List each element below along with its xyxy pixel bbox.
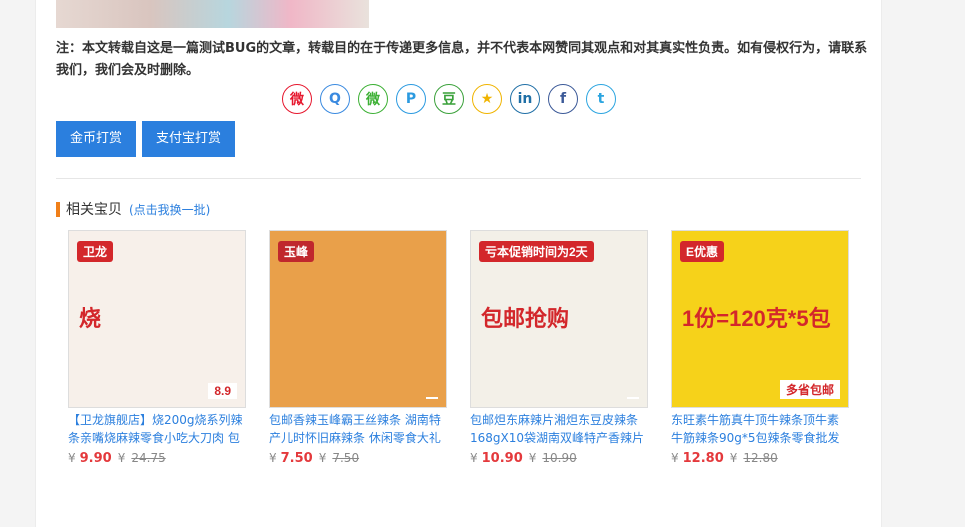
thumb-brand-label: 亏本促销时间为2天 bbox=[479, 241, 594, 262]
product-price: 12.80 bbox=[682, 451, 724, 466]
qq-icon[interactable]: Q bbox=[320, 84, 350, 114]
product-original-price: 24.75 bbox=[131, 451, 166, 465]
product-prices: ¥10.90 ¥10.90 bbox=[470, 451, 648, 466]
douban-icon[interactable]: 豆 bbox=[434, 84, 464, 114]
thumb-promo: 8.9 bbox=[208, 383, 237, 399]
share-bar: 微 Q 微 P 豆 ★ in f t bbox=[282, 84, 616, 116]
linkedin-icon[interactable]: in bbox=[510, 84, 540, 114]
section-accent-bar bbox=[56, 201, 60, 217]
weibo-icon[interactable]: 微 bbox=[282, 84, 312, 114]
thumb-promo bbox=[627, 397, 639, 399]
wechat-icon[interactable]: 微 bbox=[358, 84, 388, 114]
product-prices: ¥12.80 ¥12.80 bbox=[671, 451, 849, 466]
facebook-icon[interactable]: f bbox=[548, 84, 578, 114]
thumb-caption: 包邮抢购 bbox=[481, 306, 570, 331]
refresh-link[interactable]: (点击我换一批) bbox=[129, 201, 210, 218]
thumb-brand-label: E优惠 bbox=[680, 241, 725, 262]
product-price: 10.90 bbox=[481, 451, 523, 466]
product-title[interactable]: 包邮香辣玉峰霸王丝辣条 湖南特产儿时怀旧麻辣条 休闲零食大礼 bbox=[269, 411, 445, 447]
article-image bbox=[56, 0, 369, 28]
coin-reward-button[interactable]: 金币打赏 bbox=[56, 121, 137, 157]
copyright-notice: 注：本文转载自这是一篇测试BUG的文章，转载目的在于传递更多信息，并不代表本网赞… bbox=[56, 41, 868, 78]
currency-symbol: ¥ bbox=[729, 451, 738, 465]
thumb-promo: 多省包邮 bbox=[779, 380, 840, 399]
related-section-header: 相关宝贝 (点击我换一批) bbox=[56, 199, 210, 219]
thumb-caption: 1份=120克*5包 bbox=[682, 306, 831, 331]
alipay-reward-button[interactable]: 支付宝打赏 bbox=[142, 121, 236, 157]
currency-symbol: ¥ bbox=[318, 451, 327, 465]
product-title[interactable]: 包邮炟东麻辣片湘炟东豆皮辣条168gX10袋湖南双峰特产香辣片 bbox=[470, 411, 646, 447]
product-title[interactable]: 【卫龙旗舰店】烧200g烧系列辣条亲嘴烧麻辣零食小吃大刀肉 包 bbox=[68, 411, 244, 447]
product-card[interactable]: E优惠 1份=120克*5包多省包邮东旺素牛筋真牛顶牛辣条顶牛素牛筋辣条90g*5… bbox=[671, 230, 849, 466]
currency-symbol: ¥ bbox=[671, 451, 679, 465]
currency-symbol: ¥ bbox=[117, 451, 126, 465]
product-prices: ¥9.90 ¥24.75 bbox=[68, 451, 246, 466]
product-prices: ¥7.50 ¥7.50 bbox=[269, 451, 447, 466]
product-card[interactable]: 卫龙烧 8.9 【卫龙旗舰店】烧200g烧系列辣条亲嘴烧麻辣零食小吃大刀肉 包 ¥9.… bbox=[68, 230, 246, 466]
product-price: 9.90 bbox=[79, 451, 112, 466]
product-thumbnail[interactable]: 亏本促销时间为2天包邮抢购 bbox=[470, 230, 648, 408]
product-price: 7.50 bbox=[280, 451, 313, 466]
currency-symbol: ¥ bbox=[269, 451, 277, 465]
product-original-price: 12.80 bbox=[743, 451, 778, 465]
product-card[interactable]: 玉峰 包邮香辣玉峰霸王丝辣条 湖南特产儿时怀旧麻辣条 休闲零食大礼 ¥7.50 ¥7.… bbox=[269, 230, 447, 466]
pinterest-icon[interactable]: P bbox=[396, 84, 426, 114]
currency-symbol: ¥ bbox=[470, 451, 478, 465]
reward-bar: 金币打赏 支付宝打赏 bbox=[56, 121, 236, 157]
product-title[interactable]: 东旺素牛筋真牛顶牛辣条顶牛素牛筋辣条90g*5包辣条零食批发 bbox=[671, 411, 847, 447]
divider bbox=[56, 178, 861, 179]
thumb-caption: 烧 bbox=[79, 306, 102, 331]
related-products: 卫龙烧 8.9 【卫龙旗舰店】烧200g烧系列辣条亲嘴烧麻辣零食小吃大刀肉 包 ¥9.… bbox=[68, 230, 872, 466]
favorite-icon[interactable]: ★ bbox=[472, 84, 502, 114]
product-original-price: 10.90 bbox=[542, 451, 577, 465]
article-panel: 注：本文转载自这是一篇测试BUG的文章，转载目的在于传递更多信息，并不代表本网赞… bbox=[35, 0, 882, 527]
thumb-promo bbox=[426, 397, 438, 399]
product-thumbnail[interactable]: 卫龙烧 8.9 bbox=[68, 230, 246, 408]
currency-symbol: ¥ bbox=[68, 451, 76, 465]
twitter-icon[interactable]: t bbox=[586, 84, 616, 114]
product-thumbnail[interactable]: 玉峰 bbox=[269, 230, 447, 408]
currency-symbol: ¥ bbox=[528, 451, 537, 465]
thumb-brand-label: 玉峰 bbox=[278, 241, 315, 262]
thumb-brand-label: 卫龙 bbox=[77, 241, 114, 262]
product-thumbnail[interactable]: E优惠 1份=120克*5包多省包邮 bbox=[671, 230, 849, 408]
product-original-price: 7.50 bbox=[332, 451, 360, 465]
related-title: 相关宝贝 bbox=[66, 202, 122, 218]
product-card[interactable]: 亏本促销时间为2天包邮抢购包邮炟东麻辣片湘炟东豆皮辣条168gX10袋湖南双峰特… bbox=[470, 230, 648, 466]
